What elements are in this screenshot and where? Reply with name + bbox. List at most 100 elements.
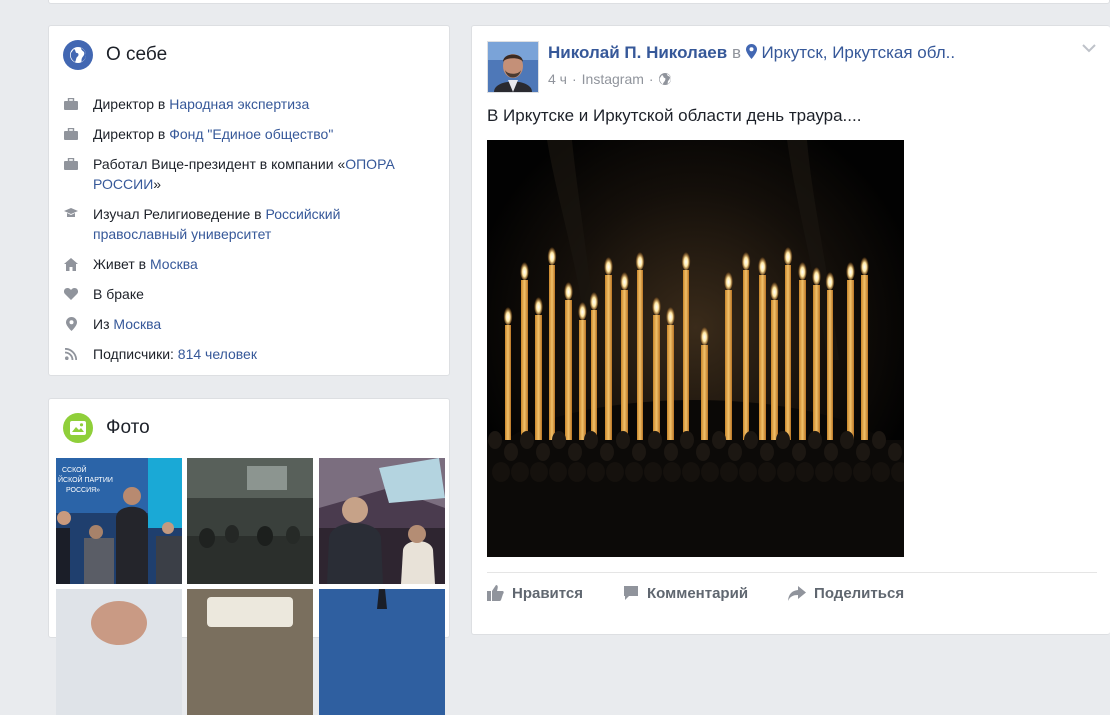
post-photo-candles[interactable] xyxy=(487,140,904,557)
about-item-link[interactable]: Москва xyxy=(150,256,198,272)
chevron-down-icon[interactable] xyxy=(1082,40,1096,58)
candle-holder xyxy=(872,431,886,449)
in-word: в xyxy=(731,43,741,62)
candle-holder xyxy=(834,462,852,482)
about-item-link[interactable]: Народная экспертиза xyxy=(169,96,309,112)
about-header: О себе xyxy=(63,40,167,70)
candle xyxy=(785,265,791,460)
candle-holder xyxy=(587,462,605,482)
candle-holder xyxy=(815,462,833,482)
about-item-relationship: В браке xyxy=(63,284,433,304)
candle-holder xyxy=(520,431,534,449)
graduation-cap-icon xyxy=(63,204,79,224)
photo-thumbnail[interactable] xyxy=(319,589,445,715)
about-item-prefix: Работал Вице-президент в компании « xyxy=(93,156,346,172)
post-meta: 4 ч · Instagram · xyxy=(548,71,671,87)
photos-header: Фото xyxy=(63,413,150,443)
candle-flame xyxy=(547,245,557,265)
post-text: В Иркутске и Иркутской области день трау… xyxy=(487,106,862,125)
about-item-prefix: В браке xyxy=(93,286,144,302)
candle-flame xyxy=(770,280,779,300)
about-card: О себе Директор в Народная экспертиза Ди… xyxy=(48,25,450,376)
home-icon xyxy=(63,254,79,274)
candle-holder xyxy=(616,431,630,449)
about-list: Директор в Народная экспертиза Директор … xyxy=(63,94,433,374)
candle-holder xyxy=(739,462,757,482)
post-source[interactable]: Instagram xyxy=(582,71,644,87)
candle-holder xyxy=(536,443,550,461)
like-button[interactable]: Нравится xyxy=(487,581,583,605)
about-item-prefix: Подписчики: xyxy=(93,346,178,362)
candle-flame xyxy=(520,260,529,280)
candle-holder xyxy=(872,462,890,482)
candle-holder xyxy=(664,443,678,461)
candle-holder xyxy=(744,431,758,449)
post-location-link[interactable]: Иркутск, Иркутская обл.. xyxy=(761,43,955,62)
about-item-link[interactable]: Москва xyxy=(113,316,161,332)
candle-holder xyxy=(824,443,838,461)
author-name-link[interactable]: Николай П. Николаев xyxy=(548,43,727,62)
briefcase-icon xyxy=(63,94,79,114)
candle-flame xyxy=(783,245,793,265)
like-label: Нравится xyxy=(512,584,584,602)
comment-icon xyxy=(623,585,639,601)
post-card: Николай П. Николаев в Иркутск, Иркутская… xyxy=(471,25,1110,635)
candle-holder xyxy=(644,462,662,482)
candle-flame xyxy=(798,260,807,280)
about-item-prefix: Директор в xyxy=(93,126,170,142)
photo-thumbnail[interactable] xyxy=(187,458,313,584)
previous-card-fragment xyxy=(48,0,1110,4)
photo-icon xyxy=(63,413,93,443)
meta-separator: · xyxy=(571,71,577,87)
candle-flame xyxy=(578,300,587,320)
share-label: Поделиться xyxy=(814,584,905,602)
share-button[interactable]: Поделиться xyxy=(788,581,904,605)
about-item-prefix: Из xyxy=(93,316,114,332)
candle-holder xyxy=(856,443,870,461)
candle-holder xyxy=(584,431,598,449)
candle-flame xyxy=(758,255,767,275)
about-item-work-1: Директор в Народная экспертиза xyxy=(63,94,433,114)
candle xyxy=(799,280,806,460)
candle-holder xyxy=(696,443,710,461)
followers-count-link[interactable]: 814 человек xyxy=(178,346,257,362)
candle xyxy=(725,290,732,460)
candle-holder xyxy=(663,462,681,482)
candle-holder xyxy=(720,462,738,482)
author-avatar[interactable] xyxy=(487,41,539,93)
candle xyxy=(827,290,833,460)
photo-thumbnail[interactable] xyxy=(319,458,445,584)
candle xyxy=(565,300,572,460)
about-item-from: Из Москва xyxy=(63,314,433,334)
candle xyxy=(637,270,643,460)
meta-separator: · xyxy=(648,71,654,87)
candle-holder xyxy=(648,431,662,449)
heart-icon xyxy=(63,284,79,304)
candle-holder xyxy=(796,462,814,482)
candle-holder xyxy=(606,462,624,482)
candle-holder xyxy=(504,443,518,461)
candle-flame xyxy=(860,255,869,275)
candle xyxy=(549,265,555,460)
about-item-suffix: » xyxy=(153,176,162,192)
candle-holder xyxy=(530,462,548,482)
photo-thumbnail[interactable] xyxy=(187,589,313,715)
candle-holder xyxy=(728,443,742,461)
candle-holder xyxy=(680,431,694,449)
post-header: Николай П. Николаев в Иркутск, Иркутская… xyxy=(548,43,955,64)
candle xyxy=(861,275,868,460)
photo-thumbnail[interactable]: ССКОЙ ЙСКОЙ ПАРТИИ РОССИЯ» xyxy=(56,458,182,584)
comment-button[interactable]: Комментарий xyxy=(623,581,748,605)
candle-holder xyxy=(632,443,646,461)
candle-flame xyxy=(681,250,691,270)
svg-text:ССКОЙ: ССКОЙ xyxy=(62,465,87,474)
public-globe-icon[interactable] xyxy=(658,73,671,85)
location-pin-icon xyxy=(63,314,79,334)
candle-flame xyxy=(503,305,513,325)
briefcase-icon xyxy=(63,124,79,144)
photo-thumbnail[interactable] xyxy=(56,589,182,715)
about-item-link[interactable]: Фонд "Единое общество" xyxy=(169,126,333,142)
candle-holder xyxy=(758,462,776,482)
candle-flame xyxy=(724,270,733,290)
post-timestamp[interactable]: 4 ч xyxy=(548,71,567,87)
